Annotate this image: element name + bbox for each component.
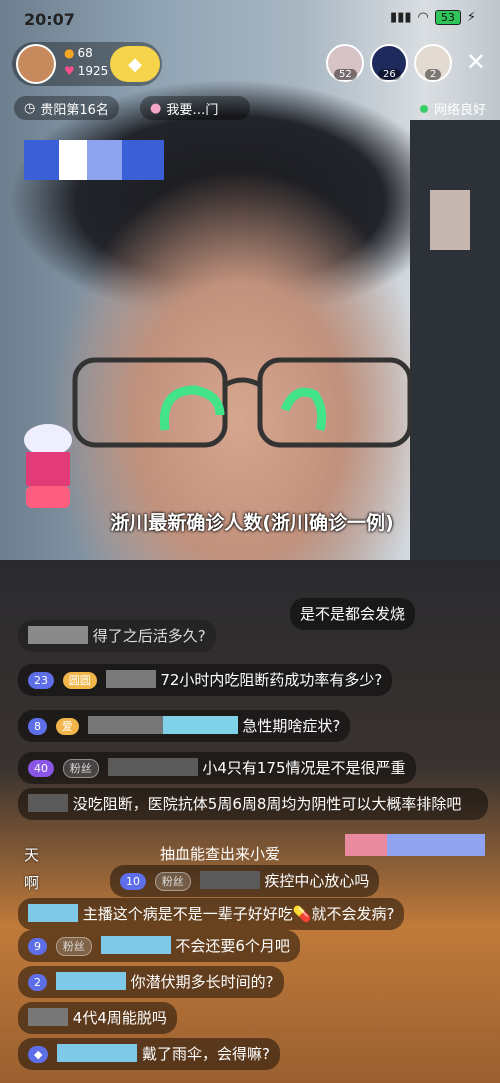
gift-icon: ◆ [128, 53, 142, 75]
wifi-icon: ◠ [417, 10, 429, 25]
fan-badge: 圆圆 [62, 672, 97, 689]
comment-item[interactable]: 8 爱 急性期啥症状? [18, 710, 351, 742]
username-mosaic [28, 794, 68, 812]
network-dot-icon [419, 104, 428, 113]
network-status: 网络良好 [419, 99, 486, 118]
username-mosaic [87, 716, 238, 734]
clock: 20:07 [24, 10, 75, 29]
followers-stat: ♥ 1925 [64, 64, 109, 78]
signal-icon: ▮▮▮ [390, 10, 412, 25]
comment-item[interactable]: 主播这个病是不是一辈子好好吃💊就不会发病? [18, 898, 405, 930]
overlap-text: 天 [24, 846, 40, 864]
host-glasses [72, 357, 413, 448]
comment-item[interactable]: 9 粉丝 不会还要6个月吧 [18, 930, 300, 962]
fan-badge: 粉丝 [55, 937, 92, 956]
fan-badge: 爱 [55, 718, 79, 735]
overlap-text: 啊 [24, 874, 40, 892]
clock-icon: ◷ [24, 100, 36, 116]
username-mosaic [100, 936, 171, 954]
comment-item[interactable]: 是不是都会发烧 [290, 598, 416, 630]
username-mosaic [199, 871, 260, 889]
level-badge: 40 [28, 760, 54, 777]
level-badge: ◆ [28, 1046, 49, 1063]
level-badge: 9 [28, 938, 47, 955]
mosaic-patch [345, 834, 485, 856]
battery-icon: 53 [434, 10, 461, 25]
username-mosaic [107, 758, 198, 776]
likes-icon: ● [64, 46, 75, 60]
comment-item[interactable]: 10 粉丝 疾控中心放心吗 [110, 865, 380, 897]
comment-item[interactable]: ◆ 戴了雨伞，会得嘛? [18, 1038, 280, 1070]
viewer-count: 2 [425, 69, 442, 80]
comment-item[interactable]: 2 你潜伏期多长时间的? [18, 966, 284, 998]
level-badge: 2 [28, 974, 47, 991]
close-icon[interactable]: ✕ [466, 48, 486, 76]
mosaic-patch [430, 190, 470, 250]
mosaic-banner [24, 140, 164, 180]
viewer-count: 52 [334, 69, 357, 80]
comment-item[interactable]: 23 圆圆 72小时内吃阻断药成功率有多少? [18, 664, 393, 696]
follow-gift-button[interactable]: ◆ [110, 46, 160, 82]
wish-icon: ● [150, 100, 162, 116]
status-bar: 20:07 ▮▮▮ ◠ 53 ⚡ [0, 0, 500, 40]
username-mosaic [55, 972, 126, 990]
level-badge: 8 [28, 718, 47, 735]
charging-icon: ⚡ [466, 10, 476, 25]
username-mosaic [28, 1008, 68, 1026]
headline-overlay: 浙川最新确诊人数(浙川确诊一例) [110, 512, 394, 534]
fan-badge: 粉丝 [154, 872, 191, 891]
username-mosaic [28, 904, 78, 922]
level-badge: 23 [28, 672, 54, 689]
rank-pill[interactable]: ◷ 贵阳第16名 [14, 96, 119, 120]
comment-item[interactable]: 没吃阻断，医院抗体5周6周8周均为阴性可以大概率排除吧 [18, 788, 488, 820]
username-mosaic [57, 1044, 138, 1062]
host-avatar[interactable] [16, 44, 56, 84]
heart-icon: ♥ [64, 64, 75, 78]
wish-pill[interactable]: ● 我要…门 [140, 96, 250, 120]
level-badge: 10 [120, 873, 146, 890]
comment-item[interactable]: 40 粉丝 小4只有175情况是不是很严重 [18, 752, 416, 784]
comment-item[interactable]: 4代4周能脱吗 [18, 1002, 177, 1034]
username-mosaic [28, 626, 88, 644]
drink-sticker [24, 424, 72, 508]
comment-item[interactable]: 得了之后活多久? [18, 620, 216, 652]
likes-stat: ● 68 [64, 46, 93, 60]
username-mosaic [105, 670, 156, 688]
fan-badge: 粉丝 [62, 759, 99, 778]
viewer-count: 26 [378, 69, 401, 80]
